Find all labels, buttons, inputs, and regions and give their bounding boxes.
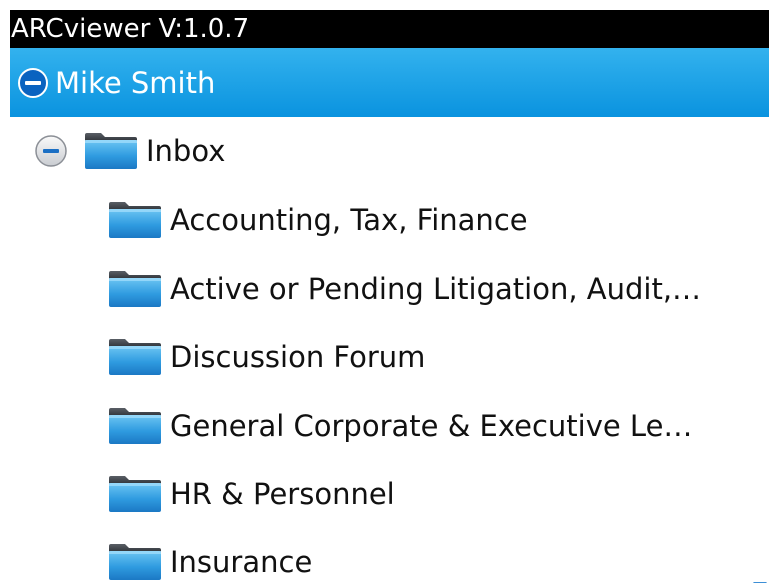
folder-icon [108,407,162,445]
folder-label: HR & Personnel [170,477,395,511]
folder-item[interactable]: Active or Pending Litigation, Audit,… [108,255,701,323]
folder-label-inbox: Inbox [146,134,226,168]
folder-label: General Corporate & Executive Le… [170,409,693,443]
folder-item[interactable]: Accounting, Tax, Finance [108,186,528,254]
folder-label: Insurance [170,545,313,579]
scroll-down-arrow-icon[interactable] [753,575,767,583]
collapse-minus-icon[interactable] [17,67,49,99]
folder-icon [108,475,162,513]
folder-icon [108,543,162,581]
app-title-bar: ARCviewer V:1.0.7 [10,10,769,48]
folder-item[interactable]: Insurance [108,528,312,583]
folder-item[interactable]: Discussion Forum [108,323,425,391]
folder-item[interactable]: General Corporate & Executive Le… [108,392,692,460]
folder-icon [108,338,162,376]
folder-icon [108,201,162,239]
folder-icon [108,270,162,308]
account-name: Mike Smith [55,65,216,100]
folder-inbox[interactable]: Inbox [34,117,225,185]
folder-item[interactable]: HR & Personnel [108,460,395,528]
folder-icon [84,132,138,170]
account-tree-node[interactable]: Mike Smith [10,48,769,117]
folder-label: Accounting, Tax, Finance [170,203,528,237]
folder-label: Discussion Forum [170,340,426,374]
collapse-minus-icon[interactable] [34,134,68,168]
app-title: ARCviewer V:1.0.7 [11,14,250,44]
app-screen: ARCviewer V:1.0.7 Mike Smith Inbox Accou… [10,10,769,583]
folder-label: Active or Pending Litigation, Audit,… [170,272,702,306]
